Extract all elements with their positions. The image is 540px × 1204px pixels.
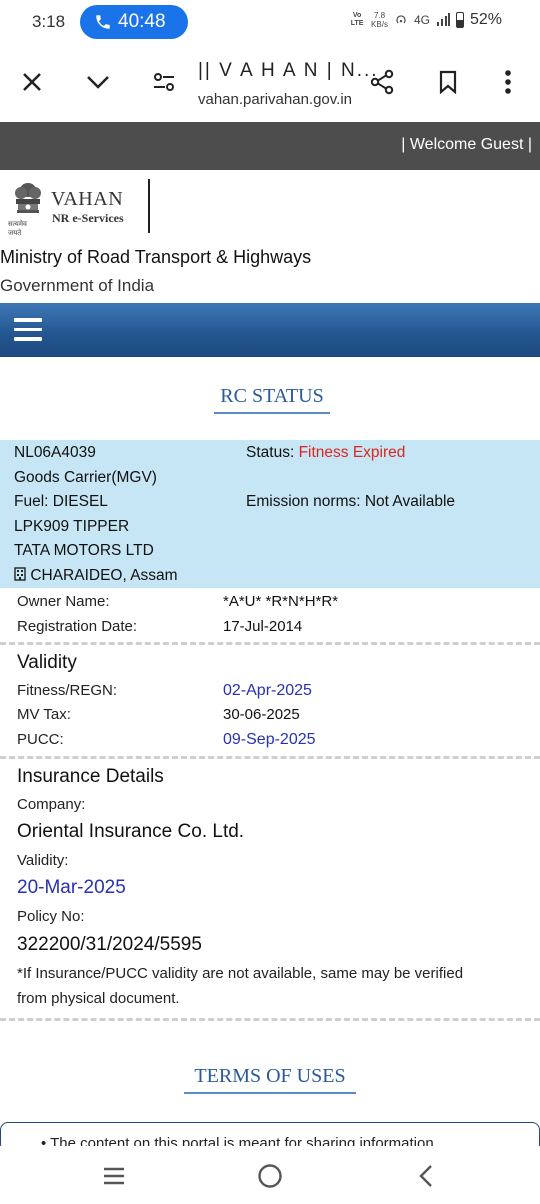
ministry-title: Ministry of Road Transport & Highways xyxy=(0,247,312,267)
hotspot-icon xyxy=(396,15,406,24)
vehicle-info-box: NL06A4039 Status: Fitness Expired Goods … xyxy=(0,440,540,588)
net-speed-unit: KB/s xyxy=(371,20,388,29)
volte-icon: Vo LTE xyxy=(350,12,364,27)
fuel-type: Fuel: DIESEL xyxy=(14,493,108,510)
status-icons: Vo LTE 7.8 KB/s 4G 52% xyxy=(349,11,502,29)
insurance-validity-value: 20-Mar-2025 xyxy=(17,877,126,898)
ongoing-call-pill[interactable]: 40:48 xyxy=(80,5,188,39)
clock: 3:18 xyxy=(32,12,66,31)
company-value: Oriental Insurance Co. Ltd. xyxy=(17,821,245,842)
mv-tax-value: 30-06-2025 xyxy=(223,706,300,723)
status-value: Fitness Expired xyxy=(298,444,406,461)
registration-number: NL06A4039 xyxy=(14,444,96,461)
divider xyxy=(0,642,540,645)
insurance-note-line2: from physical document. xyxy=(17,990,180,1007)
more-vert-icon xyxy=(505,70,511,94)
minimize-button[interactable] xyxy=(82,66,114,98)
home-icon xyxy=(258,1164,282,1188)
net-speed-value: 7.8 xyxy=(373,11,386,20)
insurance-note-line1: *If Insurance/PUCC validity are not avai… xyxy=(17,965,464,982)
browser-toolbar: || V A H A N | N... vahan.parivahan.gov.… xyxy=(0,44,540,122)
bookmark-icon xyxy=(439,70,457,94)
call-duration: 40:48 xyxy=(118,11,166,32)
validity-heading: Validity xyxy=(17,652,77,673)
logo-divider xyxy=(148,179,150,233)
logo-title: VAHAN xyxy=(51,188,124,210)
menu-bar xyxy=(0,303,540,357)
vehicle-model: LPK909 TIPPER xyxy=(14,518,130,535)
status-field: Status: Fitness Expired xyxy=(246,444,405,462)
recents-button[interactable] xyxy=(98,1160,130,1192)
close-tab-button[interactable] xyxy=(16,66,48,98)
registration-date-label: Registration Date: xyxy=(17,618,138,635)
emission-norms: Emission norms: Not Available xyxy=(246,493,456,510)
close-icon xyxy=(23,73,41,91)
system-navigation-bar xyxy=(0,1146,540,1204)
page-title: || V A H A N | N... xyxy=(198,60,379,81)
recents-icon xyxy=(104,1167,124,1185)
bookmark-button[interactable] xyxy=(432,66,464,98)
registration-date-value: 17-Jul-2014 xyxy=(223,618,303,635)
government-title: Government of India xyxy=(0,276,155,295)
site-settings-button[interactable] xyxy=(148,66,180,98)
policy-value: 322200/31/2024/5595 xyxy=(17,934,202,955)
terms-heading: TERMS OF USES xyxy=(184,1065,356,1094)
status-label: Status: xyxy=(246,444,295,461)
phone-icon xyxy=(96,15,110,29)
owner-label: Owner Name: xyxy=(17,593,110,610)
insurance-validity-label: Validity: xyxy=(17,852,69,869)
mv-tax-label: MV Tax: xyxy=(17,706,71,723)
welcome-text: | Welcome Guest | xyxy=(401,136,532,153)
divider xyxy=(0,1018,540,1021)
back-button[interactable] xyxy=(410,1160,442,1192)
tune-icon xyxy=(154,73,174,91)
back-icon xyxy=(419,1165,432,1187)
vehicle-maker: TATA MOTORS LTD xyxy=(14,542,154,559)
share-icon xyxy=(370,69,394,95)
welcome-bar: | Welcome Guest | xyxy=(0,122,540,170)
battery-percent: 52% xyxy=(469,11,502,28)
pucc-value: 09-Sep-2025 xyxy=(223,731,316,748)
building-icon xyxy=(14,567,26,581)
url-field[interactable]: vahan.parivahan.gov.in xyxy=(198,91,352,108)
divider xyxy=(0,756,540,759)
status-bar: 3:18 40:48 Vo LTE 7.8 KB/s 4G 52% xyxy=(0,0,540,44)
fitness-value: 02-Apr-2025 xyxy=(223,682,312,699)
share-button[interactable] xyxy=(366,66,398,98)
logo-subtitle: NR e-Services xyxy=(52,211,124,225)
pucc-label: PUCC: xyxy=(17,731,64,748)
net-speed: 7.8 KB/s xyxy=(371,11,388,29)
company-label: Company: xyxy=(17,796,86,813)
signal-icon xyxy=(436,13,450,26)
battery-icon xyxy=(455,12,464,28)
insurance-heading: Insurance Details xyxy=(17,766,164,787)
policy-label: Policy No: xyxy=(17,908,85,925)
rto-location-text: CHARAIDEO, Assam xyxy=(30,567,178,584)
chevron-down-icon xyxy=(87,76,109,89)
owner-value: *A*U* *R*N*H*R* xyxy=(223,593,339,610)
rc-status-heading: RC STATUS xyxy=(214,385,330,414)
home-button[interactable] xyxy=(254,1160,286,1192)
vehicle-class: Goods Carrier(MGV) xyxy=(14,469,157,486)
network-type: 4G xyxy=(413,13,430,27)
rto-location: CHARAIDEO, Assam xyxy=(14,567,178,585)
fitness-label: Fitness/REGN: xyxy=(17,682,118,699)
hamburger-menu-icon[interactable] xyxy=(14,318,42,342)
more-options-button[interactable] xyxy=(492,66,524,98)
logo-motto: सत्यमेव जयते xyxy=(8,221,27,237)
